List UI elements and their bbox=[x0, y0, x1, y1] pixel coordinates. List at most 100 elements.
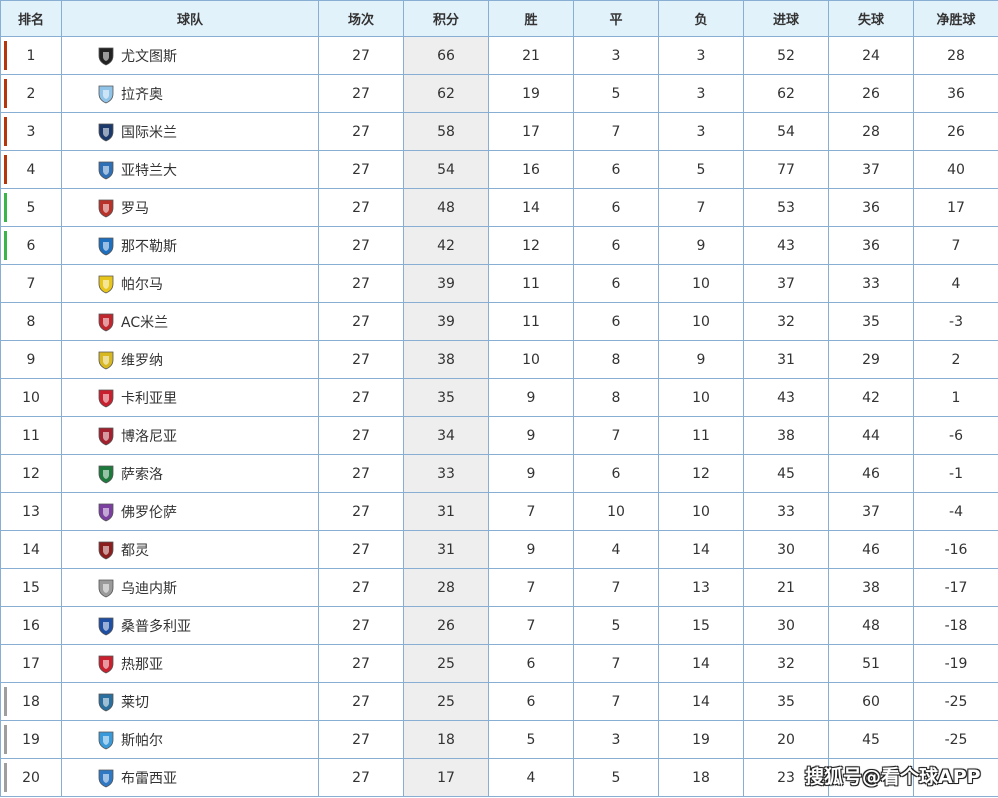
team-name[interactable]: 桑普多利亚 bbox=[121, 616, 191, 636]
cell-team[interactable]: 那不勒斯 bbox=[61, 226, 319, 265]
table-row[interactable]: 12 萨索洛 27 33 9 6 12 45 46 -1 bbox=[0, 454, 998, 493]
cell-won: 9 bbox=[488, 416, 574, 455]
header-won[interactable]: 胜 bbox=[488, 0, 574, 37]
team-name[interactable]: 佛罗伦萨 bbox=[121, 502, 177, 522]
header-goals-against[interactable]: 失球 bbox=[828, 0, 914, 37]
team-name[interactable]: 博洛尼亚 bbox=[121, 426, 177, 446]
ac-milan-crest-icon bbox=[97, 312, 115, 332]
team-name[interactable]: 布雷西亚 bbox=[121, 768, 177, 788]
sassuolo-crest-icon bbox=[97, 464, 115, 484]
header-points[interactable]: 积分 bbox=[403, 0, 489, 37]
team-name[interactable]: 那不勒斯 bbox=[121, 236, 177, 256]
cell-team[interactable]: 罗马 bbox=[61, 188, 319, 227]
table-row[interactable]: 19 斯帕尔 27 18 5 3 19 20 45 -25 bbox=[0, 720, 998, 759]
cell-team[interactable]: 国际米兰 bbox=[61, 112, 319, 151]
team-link[interactable]: 布雷西亚 bbox=[62, 768, 318, 788]
cell-team[interactable]: 桑普多利亚 bbox=[61, 606, 319, 645]
team-link[interactable]: 尤文图斯 bbox=[62, 46, 318, 66]
team-name[interactable]: 卡利亚里 bbox=[121, 388, 177, 408]
team-link[interactable]: 桑普多利亚 bbox=[62, 616, 318, 636]
header-drawn[interactable]: 平 bbox=[573, 0, 659, 37]
cell-lost: 10 bbox=[658, 378, 744, 417]
table-row[interactable]: 18 莱切 27 25 6 7 14 35 60 -25 bbox=[0, 682, 998, 721]
team-link[interactable]: 那不勒斯 bbox=[62, 236, 318, 256]
cell-team[interactable]: 乌迪内斯 bbox=[61, 568, 319, 607]
team-name[interactable]: 维罗纳 bbox=[121, 350, 163, 370]
team-link[interactable]: 亚特兰大 bbox=[62, 160, 318, 180]
team-link[interactable]: 帕尔马 bbox=[62, 274, 318, 294]
table-row[interactable]: 15 乌迪内斯 27 28 7 7 13 21 38 -17 bbox=[0, 568, 998, 607]
cell-team[interactable]: 博洛尼亚 bbox=[61, 416, 319, 455]
team-name[interactable]: 亚特兰大 bbox=[121, 160, 177, 180]
header-played[interactable]: 场次 bbox=[318, 0, 404, 37]
table-row[interactable]: 6 那不勒斯 27 42 12 6 9 43 36 7 bbox=[0, 226, 998, 265]
team-name[interactable]: 莱切 bbox=[121, 692, 149, 712]
team-name[interactable]: 萨索洛 bbox=[121, 464, 163, 484]
cell-team[interactable]: 拉齐奥 bbox=[61, 74, 319, 113]
table-row[interactable]: 4 亚特兰大 27 54 16 6 5 77 37 40 bbox=[0, 150, 998, 189]
cell-won: 14 bbox=[488, 188, 574, 227]
table-row[interactable]: 9 维罗纳 27 38 10 8 9 31 29 2 bbox=[0, 340, 998, 379]
team-name[interactable]: 斯帕尔 bbox=[121, 730, 163, 750]
team-name[interactable]: 尤文图斯 bbox=[121, 46, 177, 66]
cell-played: 27 bbox=[318, 454, 404, 493]
team-link[interactable]: 都灵 bbox=[62, 540, 318, 560]
table-row[interactable]: 13 佛罗伦萨 27 31 7 10 10 33 37 -4 bbox=[0, 492, 998, 531]
table-row[interactable]: 8 AC米兰 27 39 11 6 10 32 35 -3 bbox=[0, 302, 998, 341]
team-link[interactable]: 斯帕尔 bbox=[62, 730, 318, 750]
table-row[interactable]: 10 卡利亚里 27 35 9 8 10 43 42 1 bbox=[0, 378, 998, 417]
team-link[interactable]: 博洛尼亚 bbox=[62, 426, 318, 446]
team-link[interactable]: 热那亚 bbox=[62, 654, 318, 674]
team-name[interactable]: 热那亚 bbox=[121, 654, 163, 674]
cell-played: 27 bbox=[318, 644, 404, 683]
cell-goals-for: 37 bbox=[743, 264, 829, 303]
lazio-crest-icon bbox=[97, 84, 115, 104]
team-link[interactable]: 维罗纳 bbox=[62, 350, 318, 370]
cell-team[interactable]: AC米兰 bbox=[61, 302, 319, 341]
cell-team[interactable]: 热那亚 bbox=[61, 644, 319, 683]
team-link[interactable]: 乌迪内斯 bbox=[62, 578, 318, 598]
cell-team[interactable]: 斯帕尔 bbox=[61, 720, 319, 759]
cell-rank: 4 bbox=[0, 150, 62, 189]
team-name[interactable]: AC米兰 bbox=[121, 312, 168, 332]
table-row[interactable]: 2 拉齐奥 27 62 19 5 3 62 26 36 bbox=[0, 74, 998, 113]
header-goals-for[interactable]: 进球 bbox=[743, 0, 829, 37]
header-lost[interactable]: 负 bbox=[658, 0, 744, 37]
team-name[interactable]: 罗马 bbox=[121, 198, 149, 218]
team-link[interactable]: 卡利亚里 bbox=[62, 388, 318, 408]
team-link[interactable]: 拉齐奥 bbox=[62, 84, 318, 104]
cell-team[interactable]: 卡利亚里 bbox=[61, 378, 319, 417]
team-name[interactable]: 帕尔马 bbox=[121, 274, 163, 294]
team-name[interactable]: 国际米兰 bbox=[121, 122, 177, 142]
team-link[interactable]: 萨索洛 bbox=[62, 464, 318, 484]
team-link[interactable]: AC米兰 bbox=[62, 312, 318, 332]
cell-team[interactable]: 帕尔马 bbox=[61, 264, 319, 303]
table-row[interactable]: 14 都灵 27 31 9 4 14 30 46 -16 bbox=[0, 530, 998, 569]
cell-team[interactable]: 尤文图斯 bbox=[61, 36, 319, 75]
table-row[interactable]: 17 热那亚 27 25 6 7 14 32 51 -19 bbox=[0, 644, 998, 683]
table-row[interactable]: 3 国际米兰 27 58 17 7 3 54 28 26 bbox=[0, 112, 998, 151]
team-name[interactable]: 都灵 bbox=[121, 540, 149, 560]
header-goal-diff[interactable]: 净胜球 bbox=[913, 0, 998, 37]
header-rank[interactable]: 排名 bbox=[0, 0, 62, 37]
table-row[interactable]: 1 尤文图斯 27 66 21 3 3 52 24 28 bbox=[0, 36, 998, 75]
team-link[interactable]: 国际米兰 bbox=[62, 122, 318, 142]
header-team[interactable]: 球队 bbox=[61, 0, 319, 37]
cell-team[interactable]: 亚特兰大 bbox=[61, 150, 319, 189]
team-link[interactable]: 莱切 bbox=[62, 692, 318, 712]
table-row[interactable]: 16 桑普多利亚 27 26 7 5 15 30 48 -18 bbox=[0, 606, 998, 645]
cell-team[interactable]: 布雷西亚 bbox=[61, 758, 319, 797]
team-name[interactable]: 拉齐奥 bbox=[121, 84, 163, 104]
cell-team[interactable]: 莱切 bbox=[61, 682, 319, 721]
table-row[interactable]: 11 博洛尼亚 27 34 9 7 11 38 44 -6 bbox=[0, 416, 998, 455]
team-link[interactable]: 罗马 bbox=[62, 198, 318, 218]
cell-goal-diff: -3 bbox=[913, 302, 998, 341]
cell-team[interactable]: 萨索洛 bbox=[61, 454, 319, 493]
cell-team[interactable]: 都灵 bbox=[61, 530, 319, 569]
cell-team[interactable]: 维罗纳 bbox=[61, 340, 319, 379]
table-row[interactable]: 7 帕尔马 27 39 11 6 10 37 33 4 bbox=[0, 264, 998, 303]
cell-team[interactable]: 佛罗伦萨 bbox=[61, 492, 319, 531]
team-link[interactable]: 佛罗伦萨 bbox=[62, 502, 318, 522]
table-row[interactable]: 5 罗马 27 48 14 6 7 53 36 17 bbox=[0, 188, 998, 227]
team-name[interactable]: 乌迪内斯 bbox=[121, 578, 177, 598]
